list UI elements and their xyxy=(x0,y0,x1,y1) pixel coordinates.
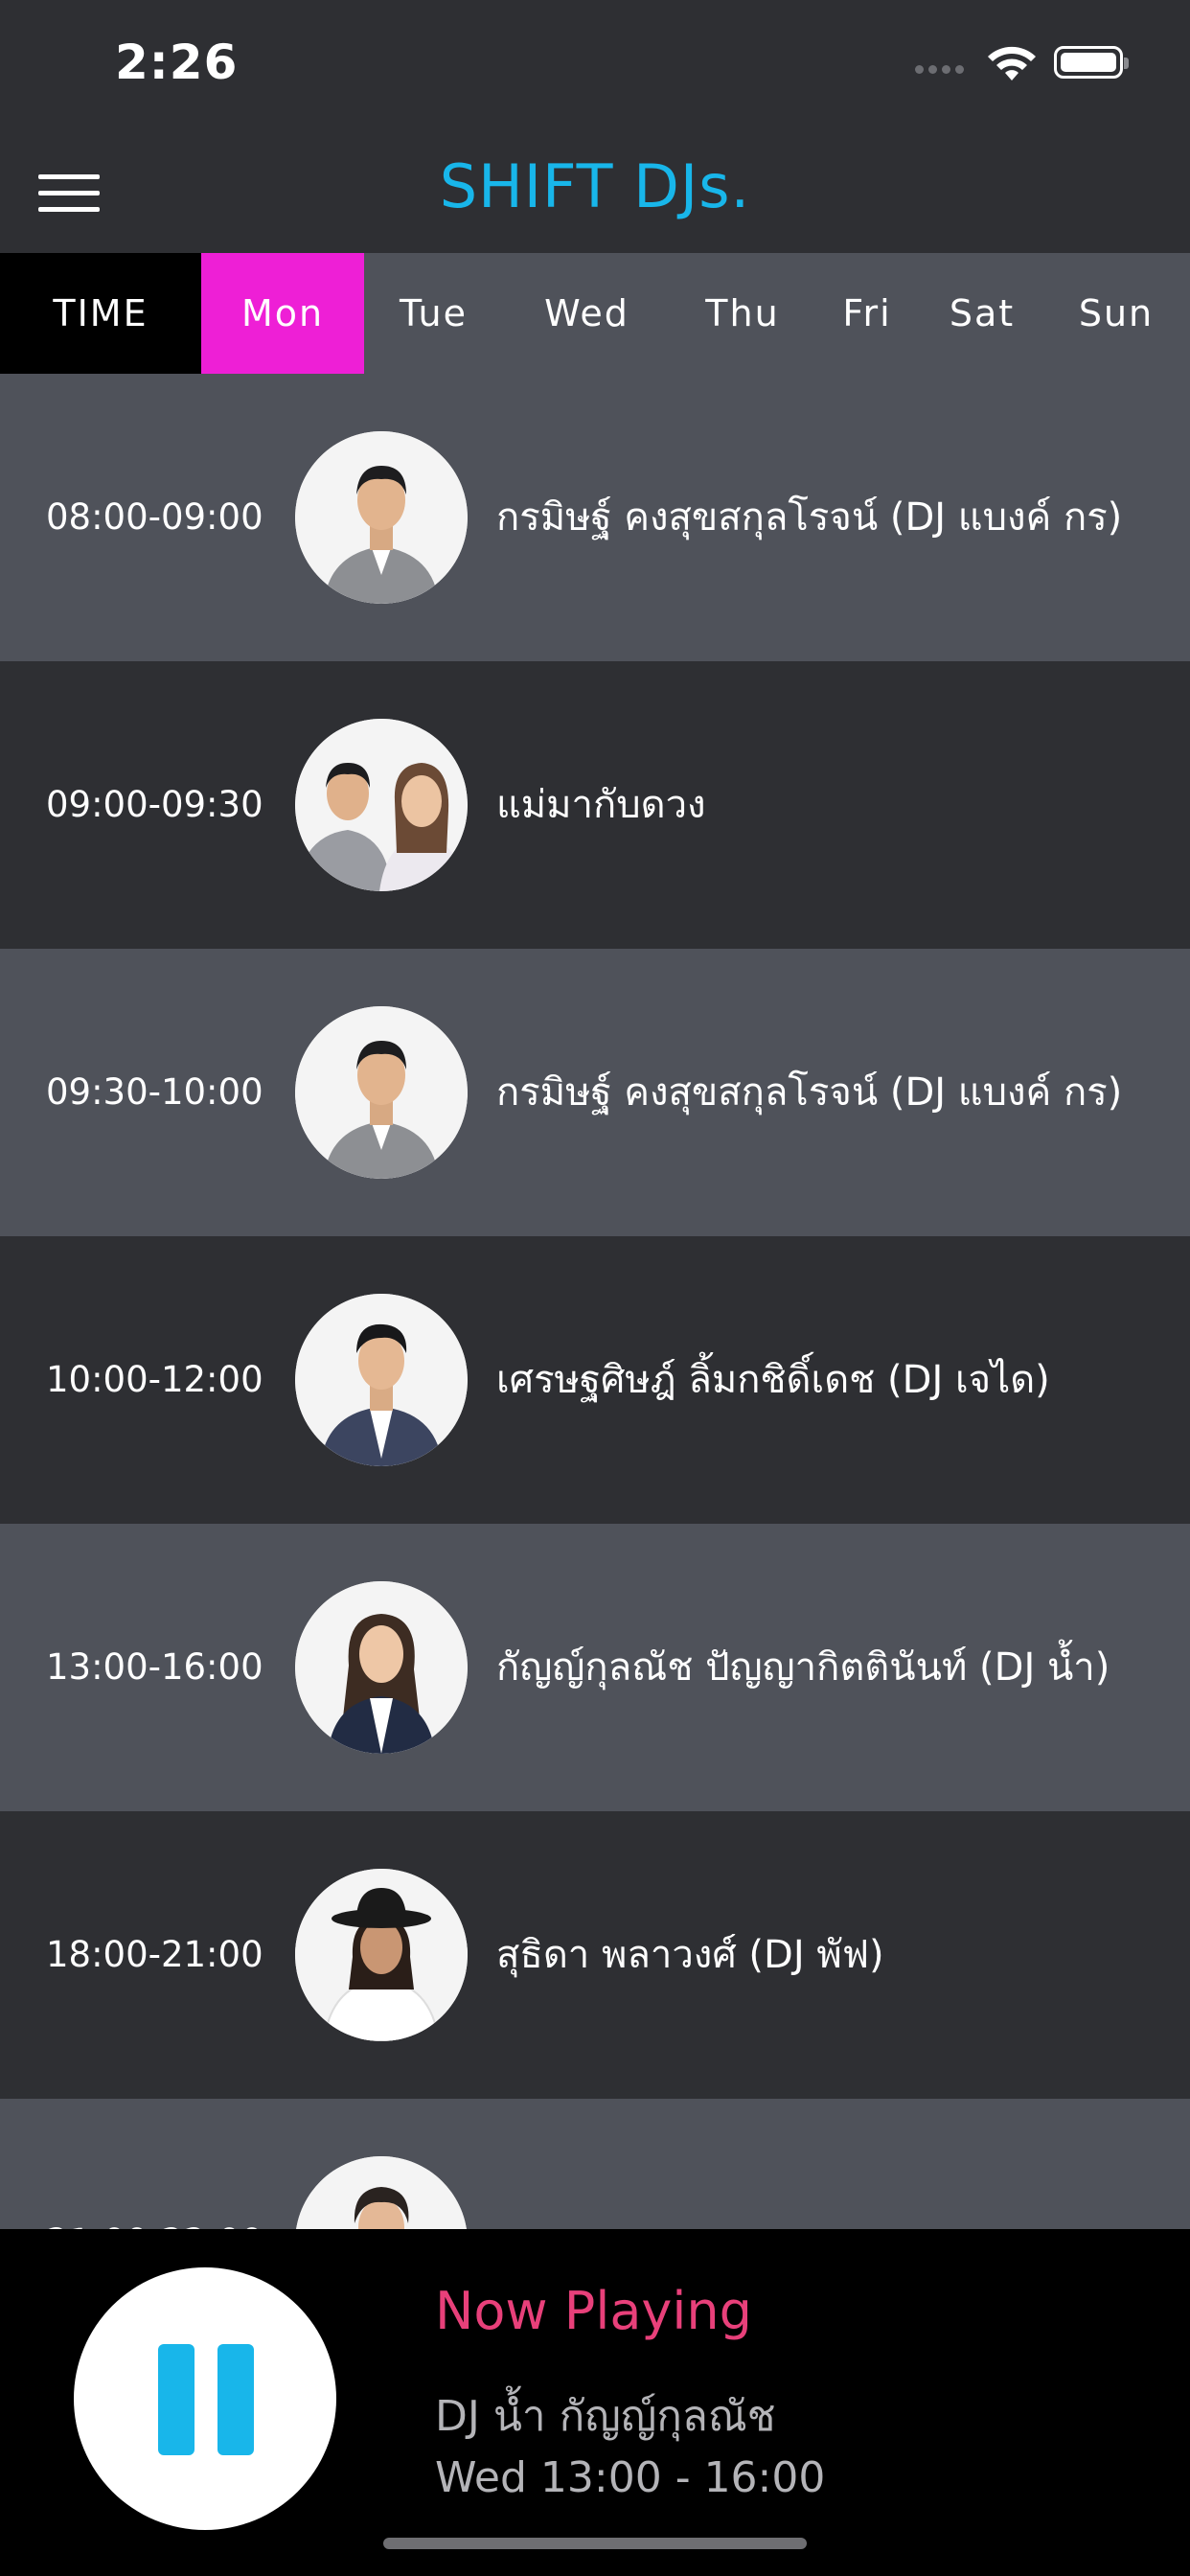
time-slot: 09:00-09:30 xyxy=(46,784,263,825)
dj-name: กรมิษฐ์ คงสุขสกุลโรจน์ (DJ แบงค์ กร) xyxy=(496,1070,1123,1115)
time-slot: 10:00-12:00 xyxy=(46,1359,263,1400)
pause-button[interactable] xyxy=(74,2267,336,2530)
schedule-row[interactable]: 10:00-12:00 เศรษฐศิษฎ์ ลิ้มกชิดิ์เดช (DJ… xyxy=(0,1236,1190,1524)
time-slot: 09:30-10:00 xyxy=(46,1071,263,1113)
status-time: 2:26 xyxy=(115,34,239,90)
dj-avatar xyxy=(295,1006,468,1179)
dj-avatar xyxy=(295,1869,468,2041)
home-indicator xyxy=(383,2538,807,2549)
pause-icon xyxy=(158,2344,254,2455)
tab-sun[interactable]: Sun xyxy=(1044,253,1188,374)
now-playing-slot: Wed 13:00 - 16:00 xyxy=(435,2453,826,2502)
dj-avatar xyxy=(295,431,468,604)
time-slot: 13:00-16:00 xyxy=(46,1646,263,1688)
tab-thu[interactable]: Thu xyxy=(671,253,814,374)
dj-avatar xyxy=(295,1581,468,1754)
time-slot: 08:00-09:00 xyxy=(46,496,263,538)
tab-wed[interactable]: Wed xyxy=(503,253,671,374)
dj-name: เศรษฐศิษฎ์ ลิ้มกชิดิ์เดช (DJ เจได) xyxy=(496,1358,1050,1402)
dj-name: สุธิดา พลาวงศ์ (DJ พัฟ) xyxy=(496,1933,884,1977)
status-bar: 2:26 xyxy=(0,0,1190,130)
time-slot: 18:00-21:00 xyxy=(46,1934,263,1975)
time-slot: 21:00-22:00 xyxy=(46,2099,263,2229)
dj-avatar xyxy=(295,719,468,891)
now-playing-bar: Now Playing DJ น้ำ กัญญ์กุลณัช Wed 13:00… xyxy=(0,2229,1190,2576)
battery-icon xyxy=(1054,46,1129,79)
dj-avatar xyxy=(295,2156,468,2229)
page-title: SHIFT DJs. xyxy=(439,151,751,221)
tab-time[interactable]: TIME xyxy=(0,253,201,374)
tab-tue[interactable]: Tue xyxy=(364,253,503,374)
schedule-row[interactable]: 18:00-21:00 สุธิดา พลาวงศ์ (DJ พัฟ) xyxy=(0,1811,1190,2099)
now-playing-label: Now Playing xyxy=(435,2281,752,2341)
schedule-row[interactable]: 13:00-16:00 กัญญ์กุลณัช ปัญญากิตตินันท์ … xyxy=(0,1524,1190,1811)
tab-sat[interactable]: Sat xyxy=(920,253,1044,374)
dj-name: กัญญ์กุลณัช ปัญญากิตตินันท์ (DJ น้ำ) xyxy=(496,1645,1110,1690)
wifi-icon xyxy=(988,46,1036,80)
day-tabs: TIME Mon Tue Wed Thu Fri Sat Sun xyxy=(0,253,1190,374)
schedule-list[interactable]: 08:00-09:00 กรมิษฐ์ คงสุขสกุลโรจน์ (DJ แ… xyxy=(0,374,1190,2229)
tab-mon[interactable]: Mon xyxy=(201,253,364,374)
dj-name: กรมิษฐ์ คงสุขสกุลโรจน์ (DJ แบงค์ กร) xyxy=(496,495,1123,540)
cellular-signal-icon xyxy=(915,65,964,74)
schedule-row[interactable]: 09:30-10:00 กรมิษฐ์ คงสุขสกุลโรจน์ (DJ แ… xyxy=(0,949,1190,1236)
app-header: SHIFT DJs. xyxy=(0,130,1190,253)
schedule-row[interactable]: 21:00-22:00 xyxy=(0,2099,1190,2229)
dj-avatar xyxy=(295,1294,468,1466)
dj-name: แม่มากับดวง xyxy=(496,783,706,827)
schedule-row[interactable]: 09:00-09:30 แม่มากับดวง xyxy=(0,661,1190,949)
tab-fri[interactable]: Fri xyxy=(814,253,920,374)
schedule-row[interactable]: 08:00-09:00 กรมิษฐ์ คงสุขสกุลโรจน์ (DJ แ… xyxy=(0,374,1190,661)
now-playing-dj: DJ น้ำ กัญญ์กุลณัช xyxy=(435,2392,776,2441)
